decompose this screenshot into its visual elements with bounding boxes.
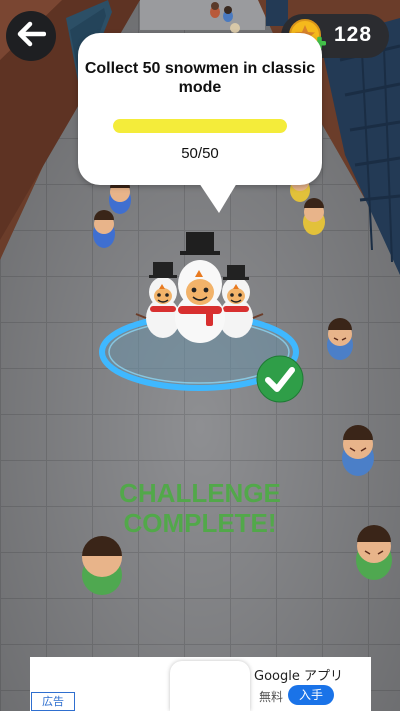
challenge-bubble — [78, 33, 322, 185]
bubble-tail — [199, 183, 237, 213]
back-button[interactable] — [6, 11, 56, 61]
ad-price: 無料 — [259, 690, 284, 704]
challenge-progress-bar — [113, 119, 287, 133]
complete-line-2: COMPLETE! — [123, 508, 277, 538]
ad-badge[interactable]: 広告 — [31, 692, 75, 711]
challenge-progress-text: 50/50 — [181, 145, 219, 162]
challenge-complete-text: CHALLENGE COMPLETE! — [60, 478, 340, 538]
ad-badge-label: 広告 — [42, 695, 64, 708]
checkmark-icon — [256, 355, 304, 403]
challenge-title: Collect 50 snowmen in classic mode — [84, 60, 316, 96]
challenge-progress-fill — [113, 119, 287, 133]
ad-get-button[interactable]: 入手 — [288, 685, 334, 705]
coin-count: 128 — [334, 23, 373, 46]
ad-title[interactable]: Google アプリ — [254, 665, 343, 684]
ad-app-icon[interactable] — [170, 661, 250, 711]
arrow-left-icon — [16, 21, 47, 51]
complete-line-1: CHALLENGE — [119, 478, 281, 508]
